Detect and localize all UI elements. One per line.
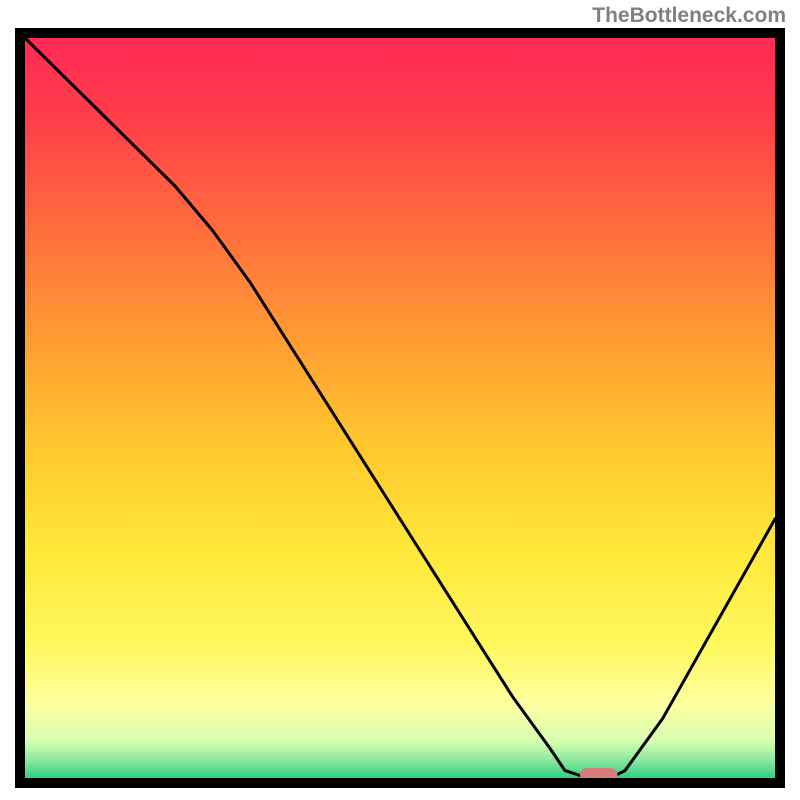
chart-frame: [15, 28, 785, 788]
chart-svg: [15, 28, 785, 788]
watermark-text: TheBottleneck.com: [592, 4, 786, 28]
chart-container: TheBottleneck.com: [0, 0, 800, 800]
